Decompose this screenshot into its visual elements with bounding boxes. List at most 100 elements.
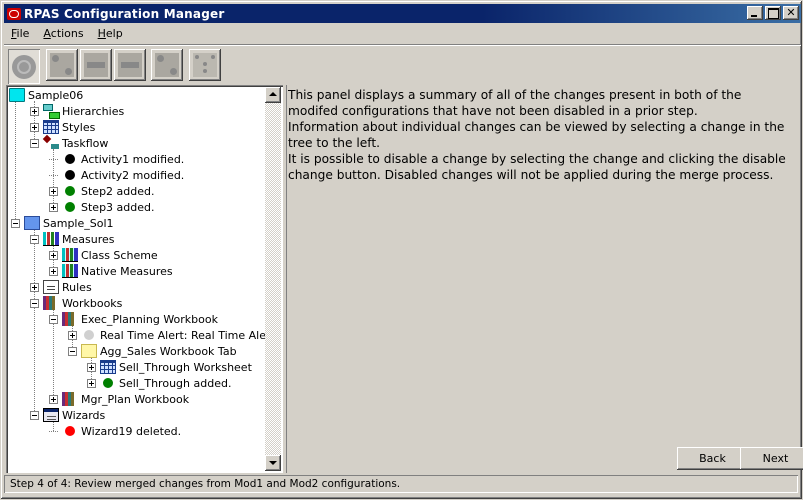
maximize-button[interactable]: [765, 6, 781, 20]
merge-right-tool-button[interactable]: [80, 49, 112, 81]
collapse-minus-icon[interactable]: [30, 298, 39, 308]
info-paragraph-details: Information about individual changes can…: [288, 120, 785, 150]
link-tool-button[interactable]: [151, 49, 183, 81]
menu-help[interactable]: Help: [91, 27, 130, 40]
change-tree[interactable]: Sample06 Hierarchies Styles Taskflow Activit…: [9, 87, 275, 469]
tree-node[interactable]: Step2 added.: [49, 183, 155, 199]
tree-node-label[interactable]: Step3 added.: [81, 201, 155, 214]
connect-nodes-icon: [50, 53, 74, 77]
expand-plus-icon[interactable]: [68, 330, 77, 340]
tree-node-label[interactable]: Sample06: [28, 89, 83, 102]
expand-plus-icon[interactable]: [49, 186, 58, 196]
expand-plus-icon[interactable]: [87, 362, 96, 372]
expand-plus-icon[interactable]: [49, 250, 58, 260]
tree-node-label[interactable]: Activity2 modified.: [81, 169, 184, 182]
tree-node[interactable]: Step3 added.: [49, 199, 155, 215]
workbook-books-icon: [43, 296, 59, 310]
collapse-minus-icon[interactable]: [68, 346, 77, 356]
connect-tool-button[interactable]: [46, 49, 78, 81]
tree-node[interactable]: Mgr_Plan Workbook: [49, 391, 189, 407]
tree-node-label[interactable]: Native Measures: [81, 265, 173, 278]
tree-node-label[interactable]: Mgr_Plan Workbook: [81, 393, 189, 406]
workbook-books-icon: [62, 312, 78, 326]
tree-node[interactable]: Hierarchies: [30, 103, 124, 119]
expand-plus-icon[interactable]: [49, 394, 58, 404]
collapse-minus-icon[interactable]: [11, 218, 20, 228]
tree-node[interactable]: Agg_Sales Workbook Tab: [68, 343, 237, 359]
tree-node[interactable]: Measures: [30, 231, 114, 247]
menu-bar: File Actions Help: [4, 24, 130, 43]
tree-node[interactable]: Taskflow: [30, 135, 108, 151]
tree-node-label[interactable]: Styles: [62, 121, 95, 134]
tree-node[interactable]: Wizards: [30, 407, 105, 423]
expand-plus-icon[interactable]: [30, 106, 39, 116]
expand-plus-icon[interactable]: [30, 282, 39, 292]
tree-node-label[interactable]: Rules: [62, 281, 92, 294]
title-bar[interactable]: RPAS Configuration Manager ✕: [4, 4, 801, 23]
tree-node[interactable]: Sample_Sol1: [11, 215, 114, 231]
menu-help-mnemonic: H: [97, 27, 106, 40]
tree-node[interactable]: Workbooks: [30, 295, 122, 311]
tree-node-label[interactable]: Wizard19 deleted.: [81, 425, 181, 438]
grid-layout-icon: [193, 53, 217, 77]
tree-node-label[interactable]: Sell_Through added.: [119, 377, 231, 390]
wizard-window-icon: [43, 408, 59, 422]
tree-node[interactable]: Wizard19 deleted.: [49, 423, 181, 439]
tree-node-label[interactable]: Wizards: [62, 409, 105, 422]
tree-node-label[interactable]: Sell_Through Worksheet: [119, 361, 252, 374]
tree-node[interactable]: Sell_Through added.: [87, 375, 231, 391]
info-paragraph-disable: It is possible to disable a change by se…: [288, 152, 786, 182]
select-tool-button[interactable]: [8, 49, 40, 84]
expand-plus-icon[interactable]: [49, 266, 58, 276]
tree-node[interactable]: Rules: [30, 279, 92, 295]
tree-node-label[interactable]: Activity1 modified.: [81, 153, 184, 166]
collapse-minus-icon[interactable]: [30, 138, 39, 148]
tree-node[interactable]: Exec_Planning Workbook: [49, 311, 218, 327]
expand-plus-icon[interactable]: [87, 378, 96, 388]
info-paragraph-summary: This panel displays a summary of all of …: [288, 88, 742, 118]
collapse-minus-icon[interactable]: [30, 234, 39, 244]
tree-node[interactable]: Sample06: [9, 87, 83, 103]
worksheet-grid-icon: [43, 120, 59, 134]
scroll-down-button[interactable]: [265, 455, 281, 471]
worksheet-grid-icon: [100, 360, 116, 374]
arrow-left-icon: [118, 53, 142, 77]
link-nodes-icon: [155, 53, 179, 77]
tree-node-label[interactable]: Real Time Alert: Real Time Alert: [100, 329, 275, 342]
menu-actions[interactable]: Actions: [36, 27, 90, 40]
status-bullet-grey-icon: [84, 330, 94, 340]
tree-node[interactable]: Native Measures: [49, 263, 173, 279]
tree-vertical-scrollbar[interactable]: [265, 87, 281, 471]
expand-plus-icon[interactable]: [30, 122, 39, 132]
measure-chart-icon: [62, 264, 78, 278]
tree-node[interactable]: Styles: [30, 119, 95, 135]
collapse-minus-icon[interactable]: [30, 410, 39, 420]
tree-connector: [49, 174, 58, 176]
menu-file[interactable]: File: [4, 27, 36, 40]
close-button[interactable]: ✕: [783, 6, 799, 20]
tree-node[interactable]: Activity1 modified.: [49, 151, 184, 167]
tree-node-label[interactable]: Measures: [62, 233, 114, 246]
scroll-up-button[interactable]: [265, 87, 281, 103]
tree-node-label[interactable]: Agg_Sales Workbook Tab: [100, 345, 237, 358]
tree-node-label[interactable]: Taskflow: [62, 137, 108, 150]
tree-node-label[interactable]: Workbooks: [62, 297, 122, 310]
tree-node[interactable]: Real Time Alert: Real Time Alert: [68, 327, 275, 343]
tree-node[interactable]: Sell_Through Worksheet: [87, 359, 252, 375]
expand-plus-icon[interactable]: [49, 202, 58, 212]
tree-node[interactable]: Activity2 modified.: [49, 167, 184, 183]
collapse-minus-icon[interactable]: [49, 314, 58, 324]
tree-node-label[interactable]: Class Scheme: [81, 249, 158, 262]
tree-node-label[interactable]: Sample_Sol1: [43, 217, 114, 230]
tree-node-label[interactable]: Hierarchies: [62, 105, 124, 118]
tree-node[interactable]: Class Scheme: [49, 247, 158, 263]
minimize-button[interactable]: [747, 6, 763, 20]
tree-node-label[interactable]: Step2 added.: [81, 185, 155, 198]
merge-left-tool-button[interactable]: [114, 49, 146, 81]
circle-target-icon: [12, 54, 36, 79]
tree-node-label[interactable]: Exec_Planning Workbook: [81, 313, 218, 326]
layout-tool-button[interactable]: [189, 49, 221, 81]
next-button[interactable]: Next: [740, 447, 803, 470]
back-button[interactable]: Back: [677, 447, 748, 470]
menu-actions-label: ctions: [50, 27, 84, 40]
